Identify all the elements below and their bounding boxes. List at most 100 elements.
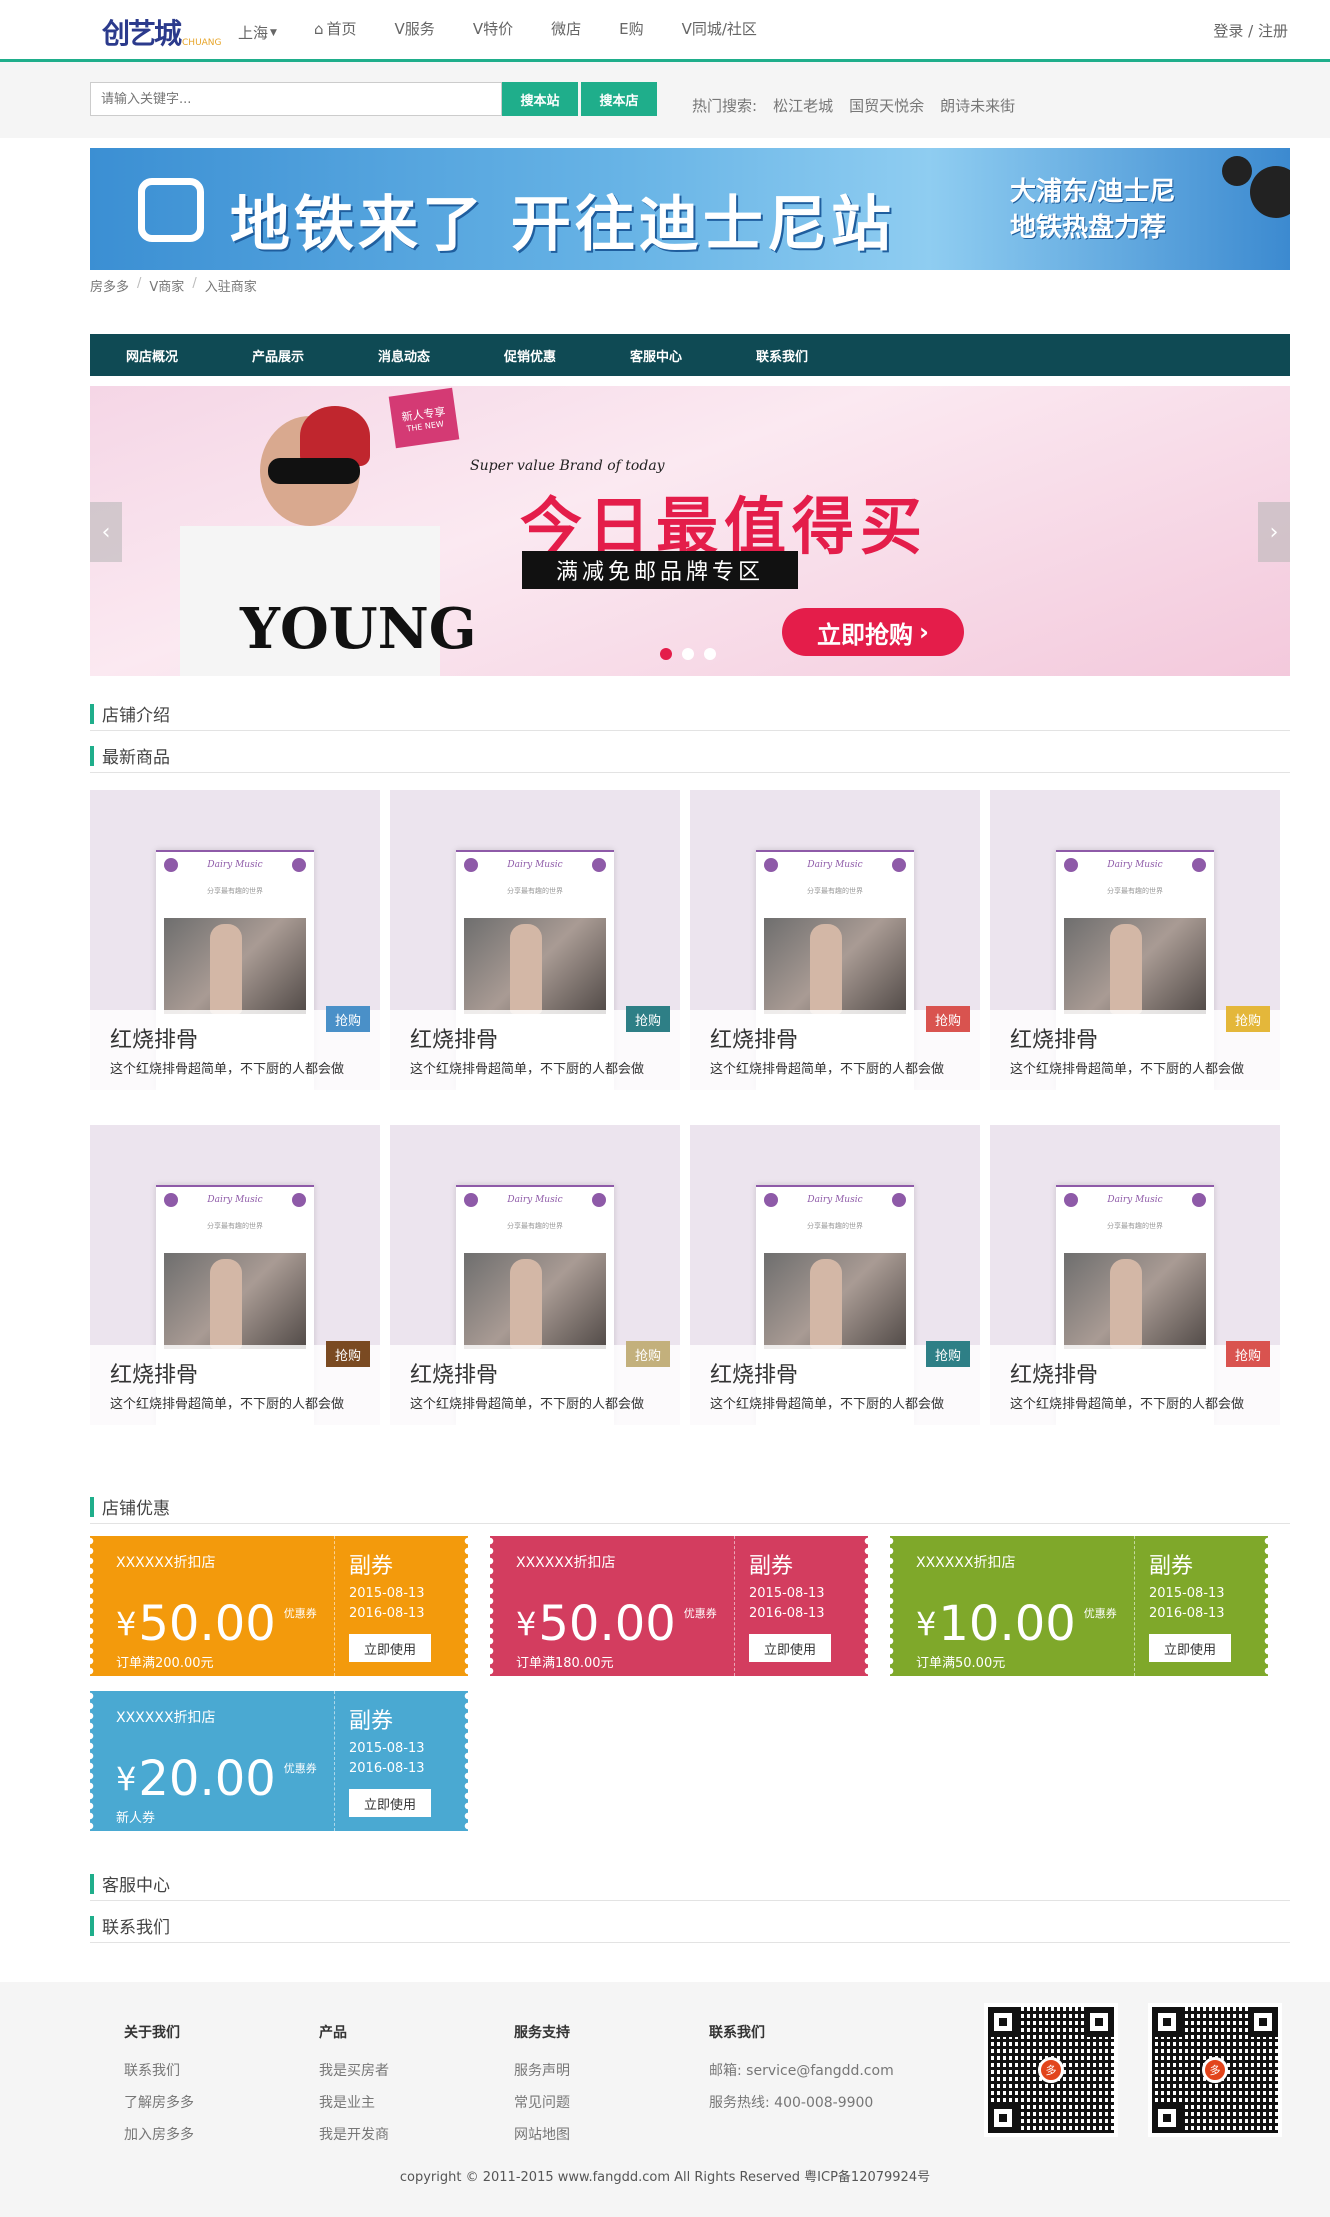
buy-now-tag[interactable]: 抢购 <box>1226 1341 1270 1367</box>
shop-nav-contact[interactable]: 联系我们 <box>756 346 882 365</box>
use-coupon-button[interactable]: 立即使用 <box>749 1634 831 1662</box>
use-coupon-button[interactable]: 立即使用 <box>349 1789 431 1817</box>
coupon-shop: XXXXXX折扣店 <box>516 1555 616 1571</box>
shop-nav-overview[interactable]: 网店概况 <box>126 346 252 365</box>
product-card[interactable]: Dairy Music 分享最有趣的世界 抢购 红烧排骨 这个红烧排骨超简单，不… <box>390 1125 680 1425</box>
buy-now-tag[interactable]: 抢购 <box>926 1006 970 1032</box>
section-title: 店铺介绍 <box>102 706 170 726</box>
product-card[interactable]: Dairy Music 分享最有趣的世界 抢购 红烧排骨 这个红烧排骨超简单，不… <box>990 790 1280 1090</box>
breadcrumb-item[interactable]: V商家 <box>149 276 184 295</box>
footer-link[interactable]: 我是开发商 <box>319 2124 389 2144</box>
footer-link[interactable]: 了解房多多 <box>124 2092 194 2112</box>
hot-term[interactable]: 国贸天悦余 <box>849 95 924 116</box>
shop-nav-service[interactable]: 客服中心 <box>630 346 756 365</box>
menu-icon <box>464 858 478 872</box>
nav-item[interactable]: 微店 <box>551 18 581 39</box>
coupon-date-to: 2016-08-13 <box>1149 1606 1225 1621</box>
logo-text: 创艺城 <box>102 17 182 50</box>
footer-link[interactable]: 我是业主 <box>319 2092 389 2112</box>
phone-subtitle: 分享最有趣的世界 <box>207 887 263 895</box>
ad-banner[interactable]: 地铁来了 开往迪士尼站 大浦东/迪士尼 地铁热盘力荐 <box>90 148 1290 270</box>
nav-item[interactable]: V同城/社区 <box>682 18 757 39</box>
city-selector[interactable]: 上海 ▼ <box>238 22 277 43</box>
footer-column-title: 产品 <box>319 2025 347 2041</box>
promo-slider[interactable]: YOUNG 新人专享 THE NEW Super value Brand of … <box>90 386 1290 676</box>
section-title: 客服中心 <box>102 1876 170 1896</box>
product-card[interactable]: Dairy Music 分享最有趣的世界 抢购 红烧排骨 这个红烧排骨超简单，不… <box>90 790 380 1090</box>
footer-link[interactable]: 加入房多多 <box>124 2124 194 2144</box>
product-card[interactable]: Dairy Music 分享最有趣的世界 抢购 红烧排骨 这个红烧排骨超简单，不… <box>690 790 980 1090</box>
nav-item[interactable]: E购 <box>619 18 643 39</box>
shop-nav-products[interactable]: 产品展示 <box>252 346 378 365</box>
nav-item[interactable]: ⌂ 首页 <box>314 18 357 39</box>
metro-icon <box>138 178 204 242</box>
footer-link[interactable]: 联系我们 <box>124 2060 194 2080</box>
product-description: 这个红烧排骨超简单，不下厨的人都会做 <box>410 1397 645 1412</box>
section-marker <box>90 1873 94 1894</box>
footer-link[interactable]: 服务声明 <box>514 2060 570 2080</box>
nav-item-label: V同城/社区 <box>681 20 757 38</box>
coupon-currency: ¥ <box>116 1605 137 1643</box>
buy-now-tag[interactable]: 抢购 <box>626 1341 670 1367</box>
shop-nav-promotions[interactable]: 促销优惠 <box>504 346 630 365</box>
nav-item-label: 首页 <box>326 20 357 38</box>
section-title: 联系我们 <box>102 1918 170 1938</box>
footer-link[interactable]: 常见问题 <box>514 2092 570 2112</box>
footer-link[interactable]: 网站地图 <box>514 2124 570 2144</box>
product-description: 这个红烧排骨超简单，不下厨的人都会做 <box>1010 1397 1245 1412</box>
qr-finder <box>1152 2103 1182 2133</box>
use-coupon-button[interactable]: 立即使用 <box>349 1634 431 1662</box>
slider-dot[interactable] <box>682 648 694 660</box>
search-site-button[interactable]: 搜本站 <box>502 82 578 116</box>
phone-title: Dairy Music <box>1107 860 1163 870</box>
section-title: 最新商品 <box>102 748 170 768</box>
slider-prev-arrow[interactable]: ‹ <box>90 502 122 562</box>
product-card[interactable]: Dairy Music 分享最有趣的世界 抢购 红烧排骨 这个红烧排骨超简单，不… <box>390 790 680 1090</box>
phone-title: Dairy Music <box>1107 1195 1163 1205</box>
product-description: 这个红烧排骨超简单，不下厨的人都会做 <box>710 1397 945 1412</box>
product-card[interactable]: Dairy Music 分享最有趣的世界 抢购 红烧排骨 这个红烧排骨超简单，不… <box>90 1125 380 1425</box>
phone-photo-figure <box>810 1259 842 1349</box>
buy-now-tag[interactable]: 抢购 <box>326 1341 370 1367</box>
hot-term[interactable]: 松江老城 <box>773 95 833 116</box>
coupon-unit: 优惠券 <box>1083 1607 1117 1620</box>
coupon: XXXXXX折扣店 ¥ 50.00 优惠券 订单满180.00元 副券 2015… <box>490 1536 868 1676</box>
use-coupon-button[interactable]: 立即使用 <box>1149 1634 1231 1662</box>
product-card[interactable]: Dairy Music 分享最有趣的世界 抢购 红烧排骨 这个红烧排骨超简单，不… <box>690 1125 980 1425</box>
buy-now-tag[interactable]: 抢购 <box>626 1006 670 1032</box>
site-logo[interactable]: 创艺城 CHUANG <box>102 12 222 52</box>
coupon-main: XXXXXX折扣店 ¥ 20.00 优惠券 新人券 <box>90 1691 334 1831</box>
slider-dot[interactable] <box>704 648 716 660</box>
search-store-button[interactable]: 搜本店 <box>581 82 657 116</box>
slide-cta-label: 立即抢购 <box>817 620 914 649</box>
menu-icon <box>764 858 778 872</box>
login-register-link[interactable]: 登录 / 注册 <box>1213 20 1288 41</box>
phone-title: Dairy Music <box>507 1195 563 1205</box>
section-discount: 店铺优惠 <box>90 1490 1290 1524</box>
coupon-main: XXXXXX折扣店 ¥ 50.00 优惠券 订单满180.00元 <box>490 1536 734 1676</box>
coupon-stub: 副券 2015-08-13 2016-08-13 立即使用 <box>1134 1536 1268 1676</box>
hot-term[interactable]: 朗诗未来街 <box>940 95 1015 116</box>
breadcrumb-item[interactable]: 房多多 <box>90 276 129 295</box>
nav-item[interactable]: V特价 <box>473 18 513 39</box>
product-card[interactable]: Dairy Music 分享最有趣的世界 抢购 红烧排骨 这个红烧排骨超简单，不… <box>990 1125 1280 1425</box>
coupon-amount: 50.00 <box>138 1596 276 1652</box>
slide-cta-button[interactable]: 立即抢购 › <box>782 608 964 656</box>
home-icon <box>291 858 306 872</box>
slider-dot[interactable] <box>660 648 672 660</box>
banner-side-line: 地铁热盘力荐 <box>1010 213 1167 243</box>
nav-item[interactable]: V服务 <box>395 18 435 39</box>
phone-photo-figure <box>810 924 842 1014</box>
chevron-right-icon: › <box>919 618 929 646</box>
buy-now-tag[interactable]: 抢购 <box>926 1341 970 1367</box>
footer-link[interactable]: 我是买房者 <box>319 2060 389 2080</box>
coupon-shop: XXXXXX折扣店 <box>116 1555 216 1571</box>
search-input[interactable] <box>90 82 502 116</box>
slider-next-arrow[interactable]: › <box>1258 502 1290 562</box>
shop-nav: 网店概况 产品展示 消息动态 促销优惠 客服中心 联系我们 <box>90 334 1290 376</box>
buy-now-tag[interactable]: 抢购 <box>1226 1006 1270 1032</box>
shop-nav-news[interactable]: 消息动态 <box>378 346 504 365</box>
buy-now-tag[interactable]: 抢购 <box>326 1006 370 1032</box>
coupon-stub-title: 副券 <box>749 1554 794 1579</box>
slider-dots <box>660 648 716 660</box>
